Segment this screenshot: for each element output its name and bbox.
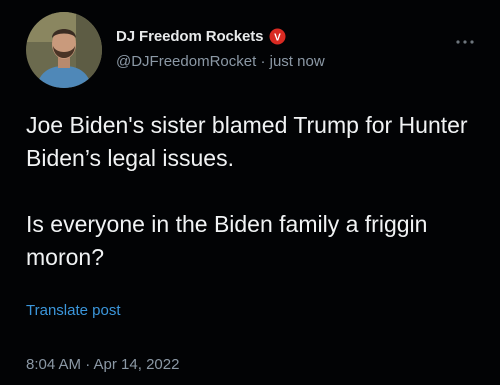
author-handle[interactable]: @DJFreedomRocket <box>116 53 256 70</box>
more-horizontal-icon[interactable] <box>456 34 474 45</box>
author-display-name[interactable]: DJ Freedom Rockets <box>116 28 264 45</box>
translate-post-link[interactable]: Translate post <box>26 302 121 319</box>
author-handle-row: @DJFreedomRocket · just now <box>116 53 325 70</box>
verified-badge-icon: V <box>269 28 286 45</box>
author-name-row: DJ Freedom Rockets V <box>116 28 286 45</box>
relative-time: just now <box>269 53 325 70</box>
post-timestamp[interactable]: 8:04 AM · Apr 14, 2022 <box>26 356 179 373</box>
post-paragraph-2: Is everyone in the Biden family a friggi… <box>26 211 428 270</box>
badge-letter: V <box>275 32 282 43</box>
post-text: Joe Biden's sister blamed Trump for Hunt… <box>26 109 481 274</box>
post-card: DJ Freedom Rockets V @DJFreedomRocket · … <box>0 0 500 385</box>
avatar[interactable] <box>26 12 102 88</box>
avatar-photo <box>26 12 102 88</box>
post-paragraph-1: Joe Biden's sister blamed Trump for Hunt… <box>26 112 468 171</box>
handle-separator: · <box>260 53 270 70</box>
